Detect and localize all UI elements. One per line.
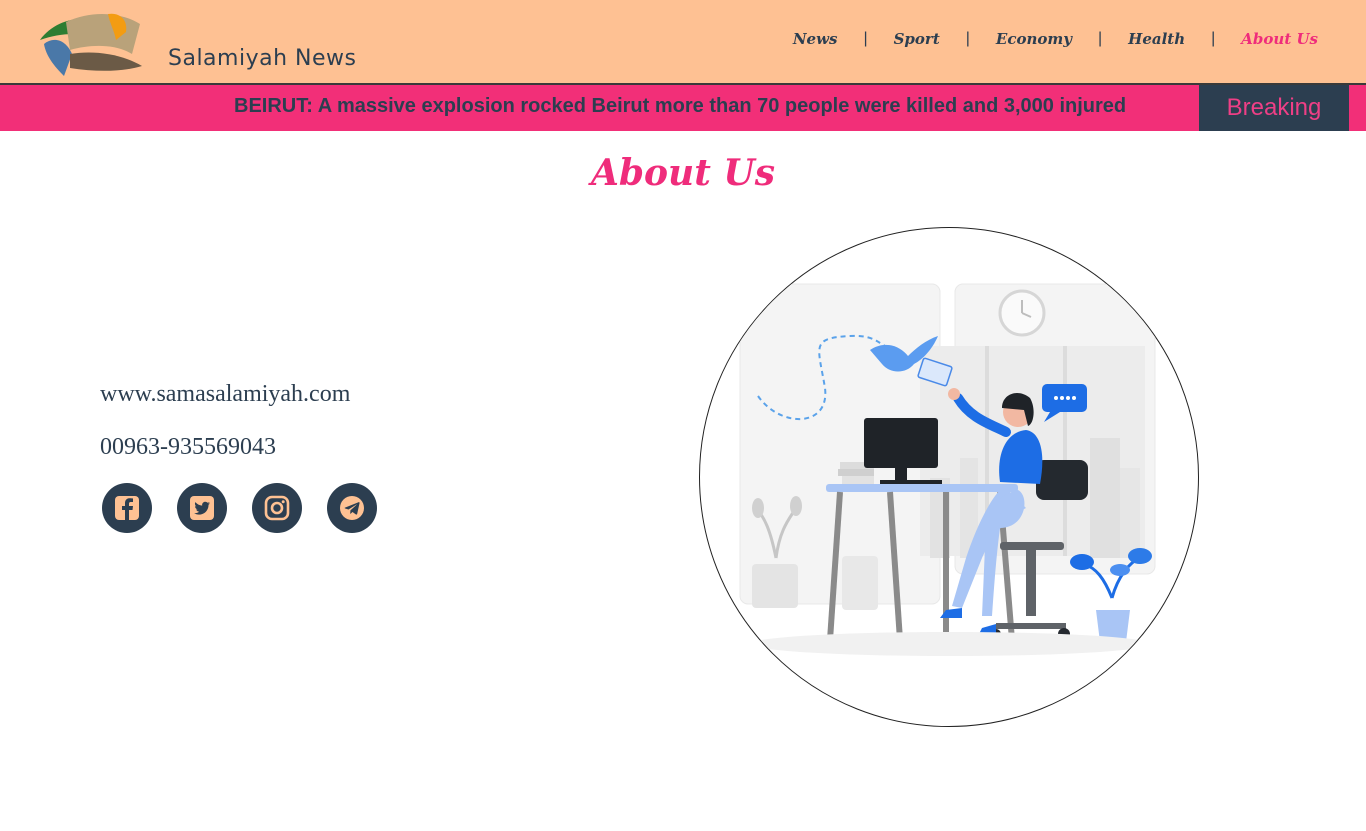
social-links bbox=[102, 483, 377, 533]
nav-divider: | bbox=[863, 30, 868, 47]
facebook-button[interactable] bbox=[102, 483, 152, 533]
twitter-icon bbox=[190, 496, 214, 520]
ticker-headline[interactable]: BEIRUT: A massive explosion rocked Beiru… bbox=[234, 95, 1126, 118]
instagram-icon bbox=[264, 495, 290, 521]
nav-news[interactable]: News bbox=[793, 30, 838, 48]
main-nav: News | Sport | Economy | Health | About … bbox=[793, 30, 1318, 48]
breaking-badge: Breaking bbox=[1199, 85, 1349, 131]
logo-icon[interactable] bbox=[36, 10, 146, 80]
nav-divider: | bbox=[1211, 30, 1216, 47]
news-ticker: BEIRUT: A massive explosion rocked Beiru… bbox=[0, 85, 1366, 131]
phone-number: 00963-935569043 bbox=[100, 434, 276, 460]
website-link[interactable]: www.samasalamiyah.com bbox=[100, 381, 350, 408]
nav-economy[interactable]: Economy bbox=[996, 30, 1072, 48]
telegram-icon bbox=[340, 496, 364, 520]
site-header: Salamiyah News News | Sport | Economy | … bbox=[0, 0, 1366, 85]
nav-divider: | bbox=[1098, 30, 1103, 47]
telegram-button[interactable] bbox=[327, 483, 377, 533]
nav-divider: | bbox=[965, 30, 970, 47]
office-worker-illustration bbox=[739, 283, 1156, 656]
nav-about-us[interactable]: About Us bbox=[1241, 30, 1318, 48]
page-title: About Us bbox=[590, 152, 776, 194]
nav-sport[interactable]: Sport bbox=[894, 30, 940, 48]
site-name: Salamiyah News bbox=[168, 46, 357, 71]
nav-health[interactable]: Health bbox=[1128, 30, 1185, 48]
twitter-button[interactable] bbox=[177, 483, 227, 533]
instagram-button[interactable] bbox=[252, 483, 302, 533]
customer-support-illustration bbox=[699, 227, 1199, 727]
facebook-icon bbox=[115, 496, 139, 520]
